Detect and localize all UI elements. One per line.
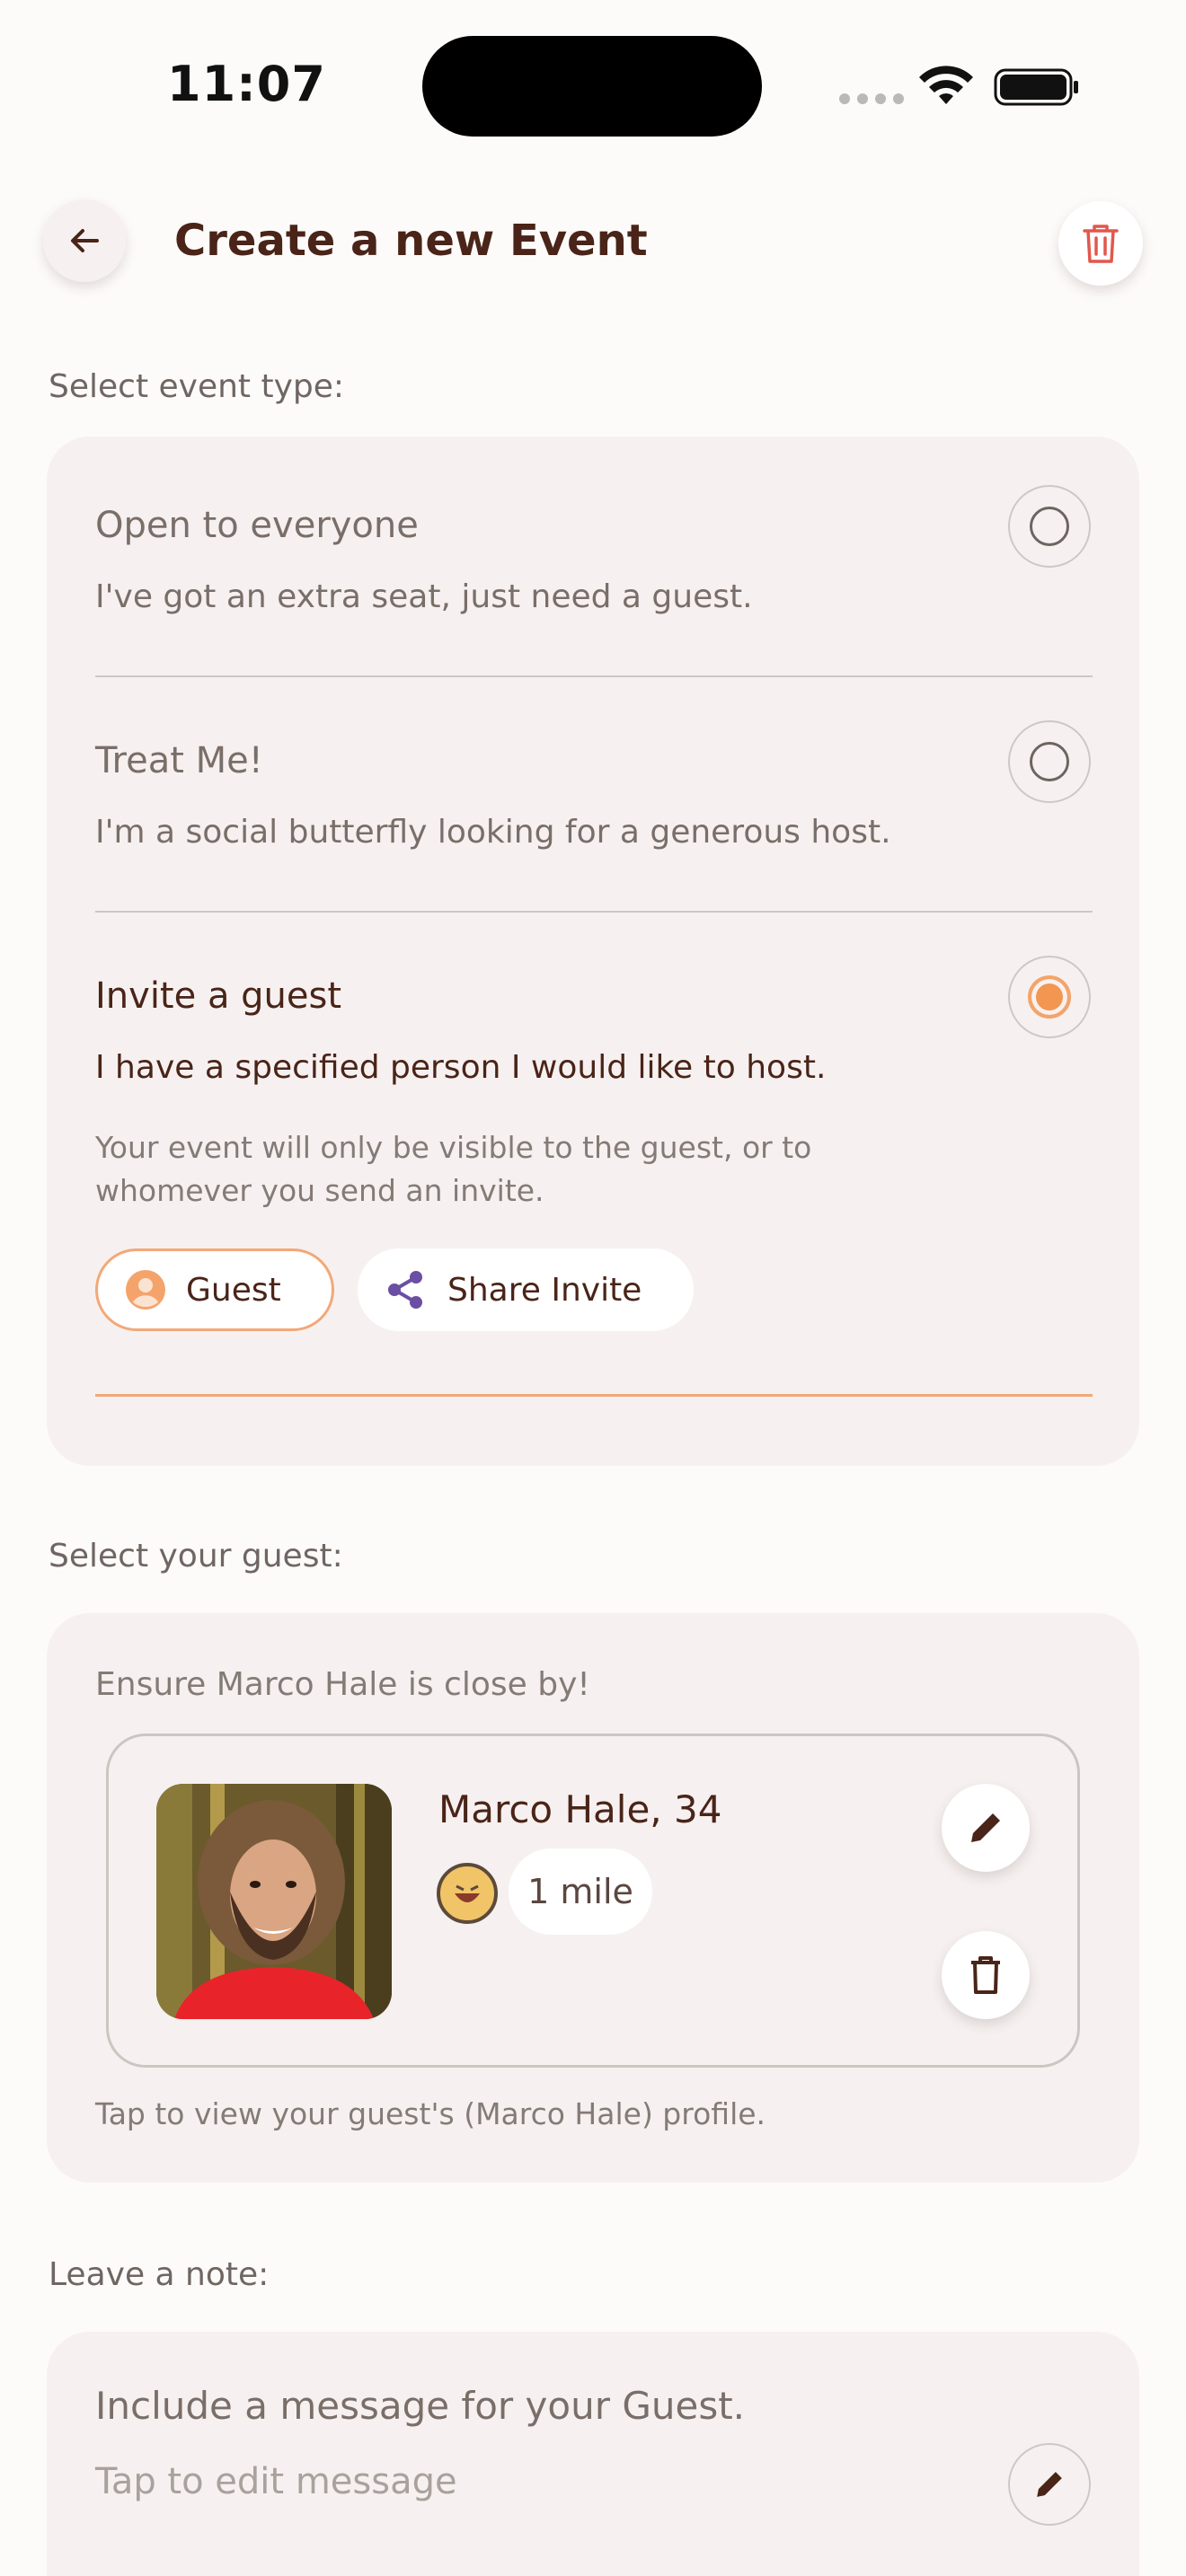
radio-open-to-everyone[interactable] xyxy=(1008,485,1091,568)
guest-section-label: Select your guest: xyxy=(49,1538,343,1575)
note-heading: Include a message for your Guest. xyxy=(95,2384,746,2428)
share-icon xyxy=(388,1271,422,1309)
guest-avatar xyxy=(156,1784,392,2019)
signal-icon xyxy=(839,93,904,104)
option-invite-title: Invite a guest xyxy=(95,975,342,1017)
back-button[interactable] xyxy=(43,199,126,282)
status-time: 11:07 xyxy=(167,56,326,112)
pencil-icon xyxy=(1037,2472,1062,2497)
divider xyxy=(95,911,1093,913)
event-type-label: Select event type: xyxy=(49,368,345,405)
option-treat-title: Treat Me! xyxy=(95,740,263,781)
divider xyxy=(95,675,1093,677)
note-card[interactable] xyxy=(47,2332,1139,2576)
share-invite-chip[interactable]: Share Invite xyxy=(358,1248,694,1331)
guest-chip-label: Guest xyxy=(186,1271,281,1309)
radio-treat-me[interactable] xyxy=(1008,720,1091,803)
guest-name: Marco Hale, 34 xyxy=(438,1787,722,1831)
option-open-description: I've got an extra seat, just need a gues… xyxy=(95,578,753,615)
guest-chip[interactable]: Guest xyxy=(95,1248,334,1331)
edit-note-button[interactable] xyxy=(1008,2443,1091,2526)
remove-guest-button[interactable] xyxy=(942,1931,1030,2019)
distance-badge: 1 mile xyxy=(509,1848,652,1935)
pencil-icon xyxy=(971,1813,1000,1842)
note-placeholder[interactable]: Tap to edit message xyxy=(95,2461,457,2502)
page-title: Create a new Event xyxy=(174,216,648,266)
trash-icon xyxy=(1083,225,1119,263)
option-treat-description: I'm a social butterfly looking for a gen… xyxy=(95,814,891,851)
trash-icon xyxy=(971,1956,1000,1994)
accent-divider xyxy=(95,1394,1093,1397)
share-invite-label: Share Invite xyxy=(447,1271,642,1309)
battery-icon xyxy=(994,68,1078,106)
radio-invite-guest[interactable] xyxy=(1008,956,1091,1038)
user-icon xyxy=(126,1270,165,1310)
option-invite-description: I have a specified person I would like t… xyxy=(95,1049,827,1086)
edit-guest-button[interactable] xyxy=(942,1784,1030,1872)
arrow-left-icon xyxy=(71,229,99,252)
laughing-emoji-icon xyxy=(437,1863,498,1924)
visibility-note: Your event will only be visible to the g… xyxy=(95,1130,812,1208)
option-open-title: Open to everyone xyxy=(95,505,419,546)
note-section-label: Leave a note: xyxy=(49,2256,270,2293)
delete-event-button[interactable] xyxy=(1058,201,1143,286)
guest-profile-hint: Tap to view your guest's (Marco Hale) pr… xyxy=(95,2096,766,2131)
dynamic-island xyxy=(422,36,762,137)
wifi-icon xyxy=(919,66,973,104)
proximity-note: Ensure Marco Hale is close by! xyxy=(95,1666,590,1703)
